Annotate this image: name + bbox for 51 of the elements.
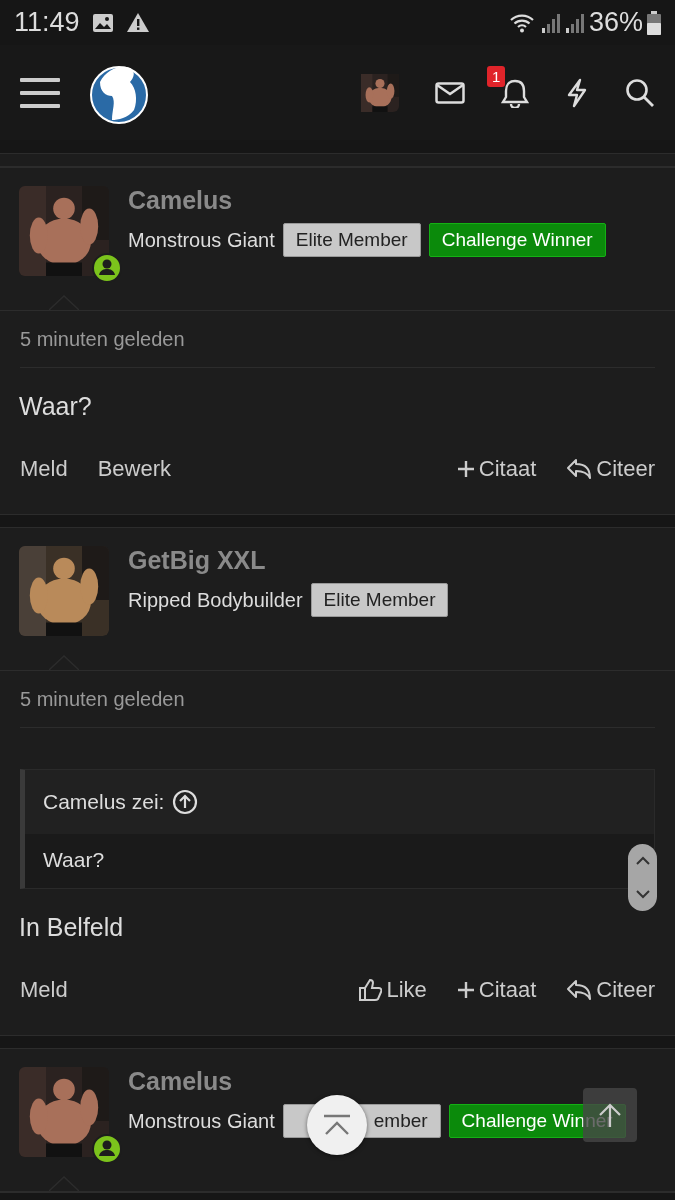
post-text: In Belfeld: [19, 913, 124, 942]
reply-icon: [566, 979, 593, 1001]
warning-icon: [125, 12, 150, 33]
thumbs-up-icon: [358, 978, 383, 1002]
image-icon: [91, 12, 114, 33]
arrow-up-circle-icon[interactable]: [172, 789, 199, 815]
user-title: Monstrous Giant: [128, 228, 275, 252]
user-title: Ripped Bodybuilder: [128, 588, 303, 612]
scroll-top-icon: [323, 1114, 351, 1136]
reply-button[interactable]: Citeer: [566, 977, 655, 1003]
notification-count: 1: [487, 65, 506, 87]
quote-author: Camelus zei:: [43, 790, 165, 814]
inbox-button[interactable]: [435, 81, 465, 104]
search-icon: [625, 77, 655, 108]
reply-button[interactable]: Citeer: [566, 456, 655, 482]
username[interactable]: Camelus: [128, 1067, 626, 1096]
report-link[interactable]: Meld: [20, 977, 68, 1003]
user-title: Monstrous Giant: [128, 1109, 275, 1133]
battery-percent: 36%: [588, 7, 643, 38]
menu-icon: [20, 75, 60, 110]
reply-icon: [566, 458, 593, 480]
quote-button[interactable]: Citaat: [456, 456, 537, 482]
like-button[interactable]: Like: [358, 977, 427, 1003]
report-link[interactable]: Meld: [20, 456, 68, 482]
post-text: Waar?: [19, 392, 92, 421]
clock-time: 11:49: [14, 7, 80, 38]
notifications-button[interactable]: [501, 77, 529, 108]
battery-icon: [647, 10, 661, 35]
quote-button[interactable]: Citaat: [456, 977, 537, 1003]
menu-button[interactable]: [20, 75, 60, 110]
signal-icon: [540, 11, 561, 34]
lightning-icon: [565, 77, 589, 108]
envelope-icon: [435, 81, 465, 104]
user-banner: Elite Member: [310, 583, 449, 617]
activity-button[interactable]: [565, 77, 589, 108]
plus-icon: [456, 981, 475, 999]
account-button[interactable]: [361, 73, 399, 112]
plus-icon: [456, 460, 475, 478]
edit-link[interactable]: Bewerk: [97, 456, 172, 482]
chevron-down-icon: [635, 889, 650, 899]
scroll-control[interactable]: [628, 844, 657, 911]
signal-icon: [564, 11, 585, 34]
username[interactable]: Camelus: [128, 186, 606, 215]
chevron-up-icon: [635, 856, 650, 866]
bell-icon: [501, 77, 529, 108]
post-date[interactable]: 5 minuten geleden: [20, 311, 655, 368]
username[interactable]: GetBig XXL: [128, 546, 449, 575]
post-date[interactable]: 5 minuten geleden: [20, 671, 655, 728]
search-button[interactable]: [625, 77, 655, 108]
user-banner: Challenge Winner: [428, 223, 606, 257]
user-banner: Elite Member: [282, 223, 421, 257]
